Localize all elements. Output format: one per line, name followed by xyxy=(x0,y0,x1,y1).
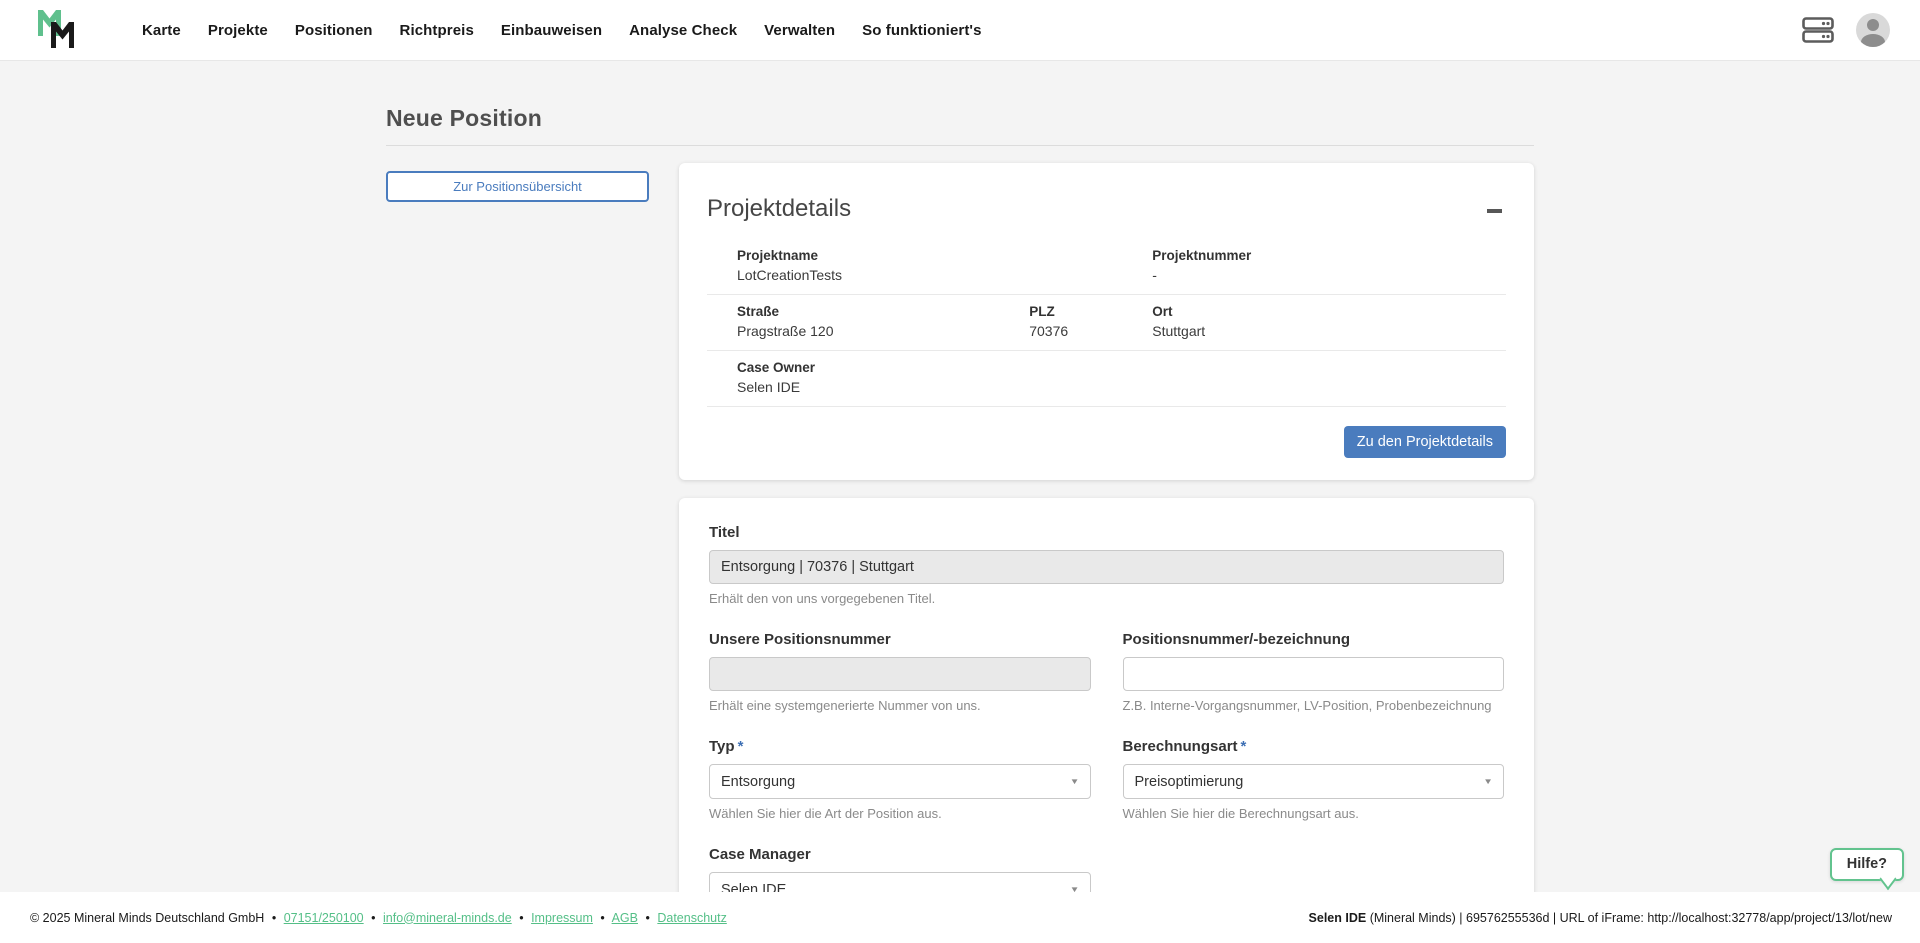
field-label: Case Owner xyxy=(737,360,1506,375)
nav-item-karte[interactable]: Karte xyxy=(142,22,181,39)
footer-link-impressum[interactable]: Impressum xyxy=(531,911,593,925)
navbar-right-group xyxy=(1802,13,1890,47)
field-projektname: Projektname LotCreationTests xyxy=(737,248,1152,283)
go-to-project-details-button[interactable]: Zu den Projektdetails xyxy=(1344,426,1506,458)
required-asterisk: * xyxy=(1241,738,1247,755)
field-value: - xyxy=(1152,267,1506,283)
case-manager-label: Case Manager xyxy=(709,846,1091,863)
positionsnummer-group: Positionsnummer/-bezeichnung Z.B. Intern… xyxy=(1123,631,1505,713)
unsere-positionsnummer-input xyxy=(709,657,1091,691)
unsere-positionsnummer-group: Unsere Positionsnummer Erhält eine syste… xyxy=(709,631,1091,713)
table-row: Case Owner Selen IDE xyxy=(707,351,1506,407)
user-avatar[interactable] xyxy=(1856,13,1890,47)
field-case-owner: Case Owner Selen IDE xyxy=(737,360,1506,395)
top-navbar: Karte Projekte Positionen Richtpreis Ein… xyxy=(0,0,1920,61)
positionsnummer-input[interactable] xyxy=(1123,657,1505,691)
field-plz: PLZ 70376 xyxy=(1029,304,1152,339)
field-value: Pragstraße 120 xyxy=(737,323,1029,339)
titel-group: Titel Erhält den von uns vorgegebenen Ti… xyxy=(709,524,1504,606)
berechnungsart-group: Berechnungsart* Preisoptimierung ▼ Wähle… xyxy=(1123,738,1505,821)
avatar-body-icon xyxy=(1861,34,1885,47)
positionsnummer-label: Positionsnummer/-bezeichnung xyxy=(1123,631,1505,648)
session-user: Selen IDE xyxy=(1309,911,1367,925)
title-divider xyxy=(386,145,1534,146)
avatar-head-icon xyxy=(1867,19,1879,31)
titel-input xyxy=(709,550,1504,584)
footer-separator: • xyxy=(519,911,523,925)
footer-separator: • xyxy=(272,911,276,925)
typ-select[interactable]: Entsorgung ▼ xyxy=(709,764,1091,799)
new-position-form-card: Titel Erhält den von uns vorgegebenen Ti… xyxy=(679,498,1534,943)
berechnungsart-label-text: Berechnungsart xyxy=(1123,738,1238,755)
unsere-positionsnummer-hint: Erhält eine systemgenerierte Nummer von … xyxy=(709,698,1091,713)
main-content: Neue Position Zur Positionsübersicht Pro… xyxy=(0,61,1920,943)
chevron-down-icon: ▼ xyxy=(1070,777,1080,786)
chevron-down-icon: ▼ xyxy=(1483,777,1493,786)
nav-item-projekte[interactable]: Projekte xyxy=(208,22,268,39)
titel-hint: Erhält den von uns vorgegebenen Titel. xyxy=(709,591,1504,606)
typ-select-value: Entsorgung xyxy=(721,774,795,790)
nav-item-analyse-check[interactable]: Analyse Check xyxy=(629,22,737,39)
left-column: Zur Positionsübersicht xyxy=(386,163,649,202)
collapse-minus-icon[interactable] xyxy=(1480,201,1506,221)
nav-item-so-funktionierts[interactable]: So funktioniert's xyxy=(862,22,981,39)
footer-link-datenschutz[interactable]: Datenschutz xyxy=(657,911,726,925)
project-details-table: Projektname LotCreationTests Projektnumm… xyxy=(707,239,1506,407)
typ-label-text: Typ xyxy=(709,738,735,755)
typ-group: Typ* Entsorgung ▼ Wählen Sie hier die Ar… xyxy=(709,738,1091,821)
footer-link-agb[interactable]: AGB xyxy=(612,911,638,925)
field-value: Selen IDE xyxy=(737,379,1506,395)
berechnungsart-select-value: Preisoptimierung xyxy=(1135,774,1244,790)
berechnungsart-label: Berechnungsart* xyxy=(1123,738,1505,755)
field-ort: Ort Stuttgart xyxy=(1152,304,1506,339)
footer-separator: • xyxy=(645,911,649,925)
unsere-positionsnummer-label: Unsere Positionsnummer xyxy=(709,631,1091,648)
field-label: Projektnummer xyxy=(1152,248,1506,263)
field-value: Stuttgart xyxy=(1152,323,1506,339)
server-stack-icon[interactable] xyxy=(1802,17,1834,43)
main-navigation: Karte Projekte Positionen Richtpreis Ein… xyxy=(142,22,982,39)
field-label: Straße xyxy=(737,304,1029,319)
nav-item-positionen[interactable]: Positionen xyxy=(295,22,373,39)
project-card-title: Projektdetails xyxy=(707,195,851,223)
titel-label: Titel xyxy=(709,524,1504,541)
session-details: (Mineral Minds) | 69576255536d | URL of … xyxy=(1366,911,1892,925)
table-row: Straße Pragstraße 120 PLZ 70376 Ort Stut… xyxy=(707,295,1506,351)
typ-label: Typ* xyxy=(709,738,1091,755)
footer-link-phone[interactable]: 07151/250100 xyxy=(284,911,364,925)
field-label: Projektname xyxy=(737,248,1152,263)
footer-separator: • xyxy=(371,911,375,925)
page-title: Neue Position xyxy=(386,105,1534,132)
required-asterisk: * xyxy=(738,738,744,755)
field-label: Ort xyxy=(1152,304,1506,319)
field-value: 70376 xyxy=(1029,323,1152,339)
field-label: PLZ xyxy=(1029,304,1152,319)
field-value: LotCreationTests xyxy=(737,267,1152,283)
footer-separator: • xyxy=(600,911,604,925)
footer: © 2025 Mineral Minds Deutschland GmbH • … xyxy=(0,892,1920,943)
berechnungsart-hint: Wählen Sie hier die Berechnungsart aus. xyxy=(1123,806,1505,821)
field-strasse: Straße Pragstraße 120 xyxy=(737,304,1029,339)
field-projektnummer: Projektnummer - xyxy=(1152,248,1506,283)
positionsnummer-hint: Z.B. Interne-Vorgangsnummer, LV-Position… xyxy=(1123,698,1505,713)
footer-session-info: Selen IDE (Mineral Minds) | 69576255536d… xyxy=(1309,911,1892,925)
nav-item-einbauweisen[interactable]: Einbauweisen xyxy=(501,22,602,39)
typ-hint: Wählen Sie hier die Art der Position aus… xyxy=(709,806,1091,821)
nav-item-richtpreis[interactable]: Richtpreis xyxy=(400,22,474,39)
nav-item-verwalten[interactable]: Verwalten xyxy=(764,22,835,39)
mineral-minds-logo-icon[interactable] xyxy=(38,10,74,50)
right-column: Projektdetails Projektname LotCreationTe… xyxy=(679,163,1534,943)
footer-link-email[interactable]: info@mineral-minds.de xyxy=(383,911,512,925)
berechnungsart-select[interactable]: Preisoptimierung ▼ xyxy=(1123,764,1505,799)
copyright-text: © 2025 Mineral Minds Deutschland GmbH xyxy=(30,911,264,925)
footer-legal: © 2025 Mineral Minds Deutschland GmbH • … xyxy=(30,911,727,925)
help-button[interactable]: Hilfe? xyxy=(1830,848,1904,881)
table-row: Projektname LotCreationTests Projektnumm… xyxy=(707,239,1506,295)
project-details-card: Projektdetails Projektname LotCreationTe… xyxy=(679,163,1534,480)
back-to-positions-button[interactable]: Zur Positionsübersicht xyxy=(386,171,649,202)
